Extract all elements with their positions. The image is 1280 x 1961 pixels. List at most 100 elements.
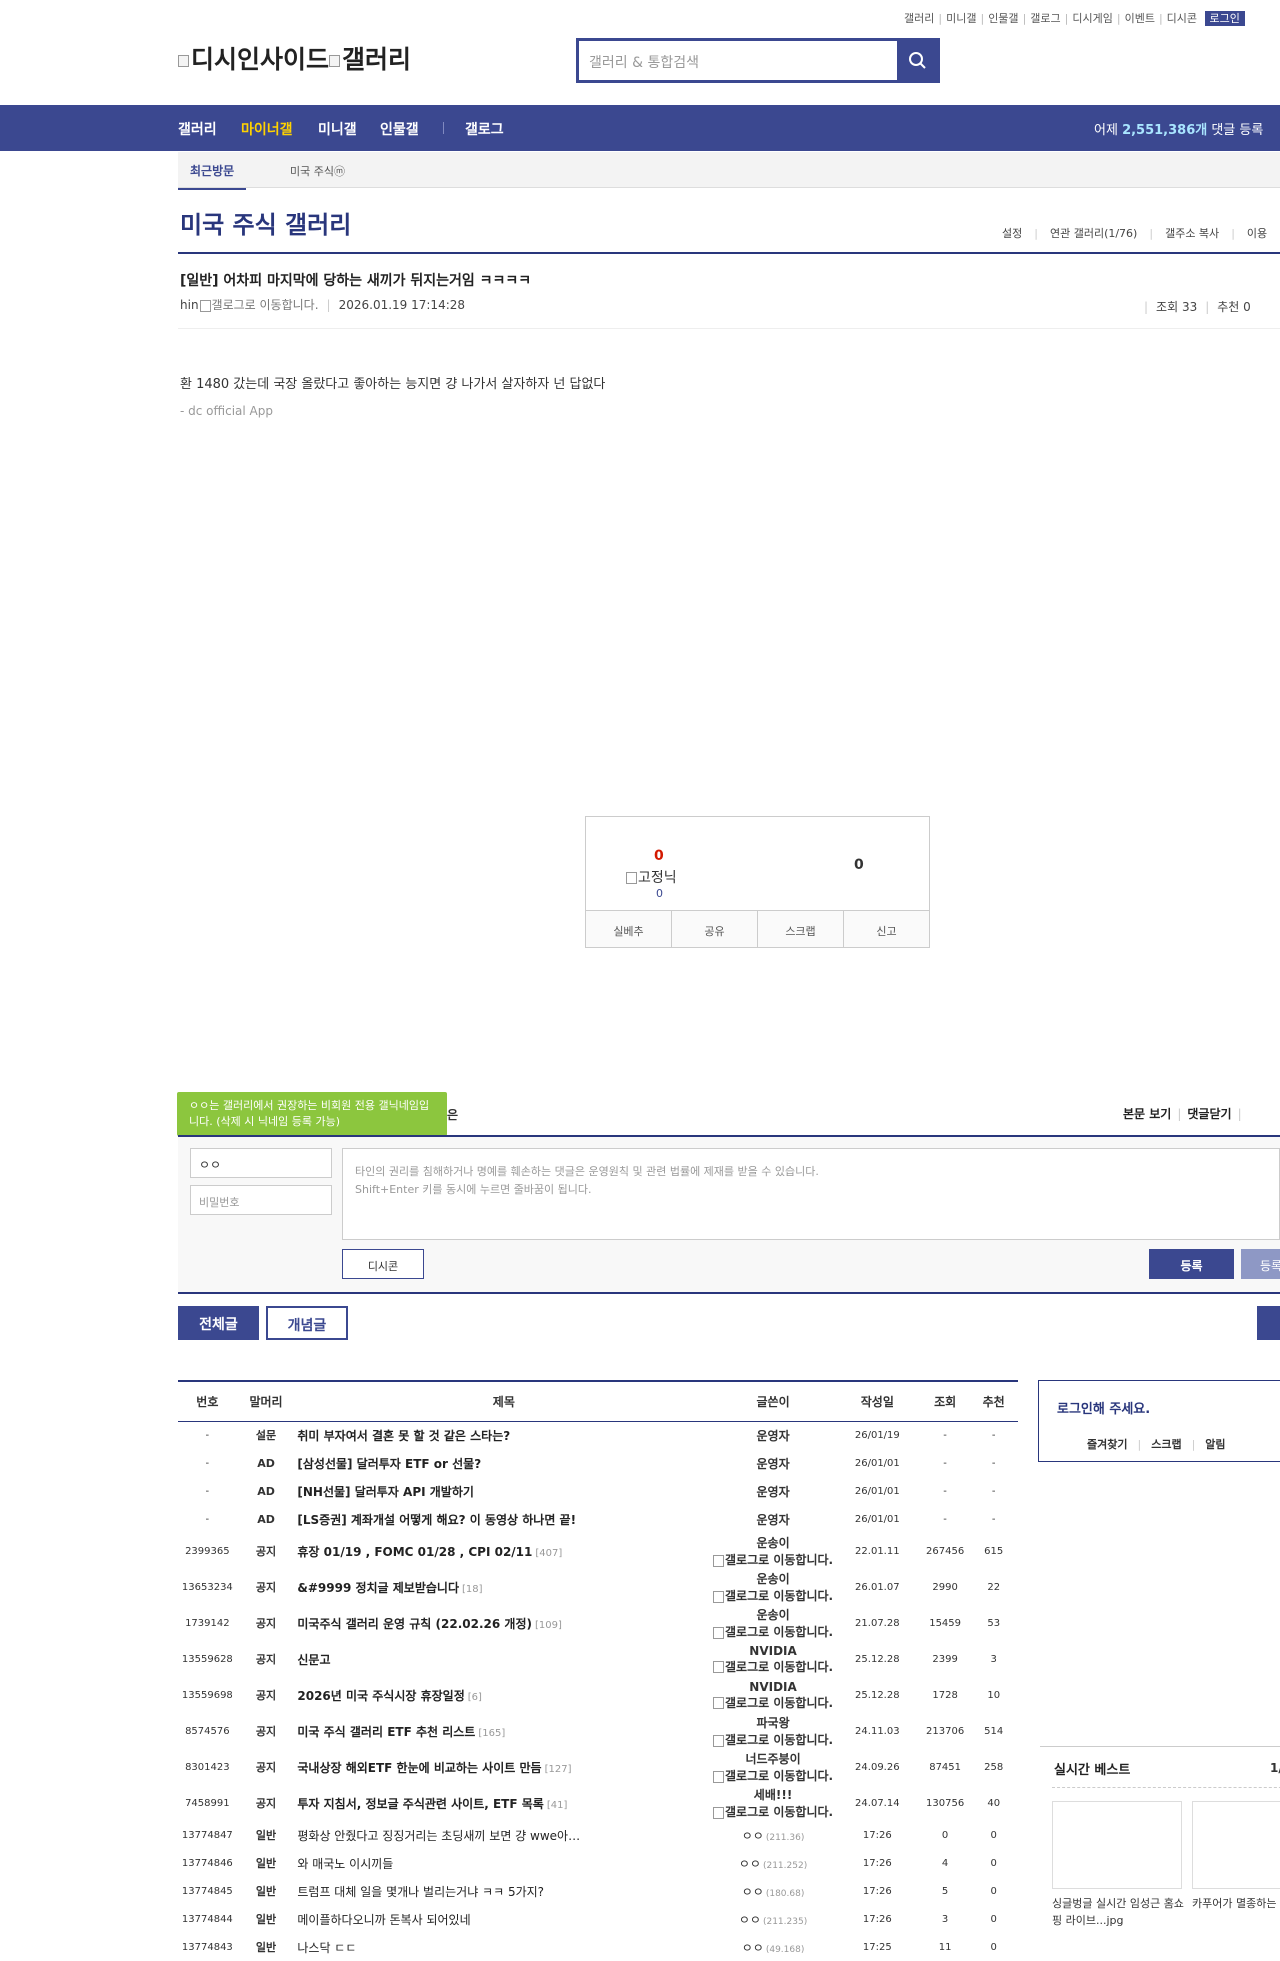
post-title-link[interactable]: &#9999 정치글 제보받습니다 [18] (295, 1569, 712, 1605)
post-writer[interactable]: ㅇㅇ (49.168) (712, 1933, 834, 1961)
top-link[interactable]: 이벤트 (1121, 12, 1159, 25)
related-gallery-link[interactable]: 연관 갤러리(1/76) (1050, 227, 1137, 240)
table-row[interactable]: 13559628 공지 신문고 NVIDIA 갤로그로 이동합니다. 25.12.28 23… (178, 1641, 1018, 1677)
post-title-link[interactable]: 트럼프 대체 일을 몇개나 벌리는거냐 ㅋㅋ 5가지? (295, 1877, 712, 1905)
post-title-text[interactable]: [NH선물] 달러투자 API 개발하기 (297, 1485, 474, 1499)
recent-visits-label[interactable]: 최근방문 (177, 162, 247, 190)
top-link[interactable]: 디시콘 (1163, 12, 1201, 25)
comment-count[interactable]: [407] (535, 1548, 562, 1559)
writer-gallog[interactable]: 갤로그로 이동합니다. (712, 1658, 834, 1675)
writer-nick[interactable]: 운송이 (712, 1534, 834, 1551)
post-title-text[interactable]: 휴장 01/19 , FOMC 01/28 , CPI 02/11 (297, 1545, 532, 1559)
post-writer[interactable]: ㅇㅇ (180.68) (712, 1877, 834, 1905)
search-input[interactable]: 갤러리 & 통합검색 (579, 41, 897, 80)
writer-nick[interactable]: 운영자 (756, 1485, 789, 1499)
table-row[interactable]: 1739142 공지 미국주식 갤러리 운영 규칙 (22.02.26 개정) [10… (178, 1605, 1018, 1641)
favorites-link[interactable]: 즐겨찾기 (1087, 1438, 1127, 1451)
post-writer[interactable]: 파국왕 갤로그로 이동합니다. (712, 1713, 834, 1749)
post-title-link[interactable]: [삼성선물] 달러투자 ETF or 선물? (295, 1449, 712, 1477)
writer-nick[interactable]: 운영자 (756, 1513, 789, 1527)
nav-gallery[interactable]: 갤러리 (178, 119, 217, 139)
post-title-link[interactable]: [LS증권] 계좌개설 어떻게 해요? 이 동영상 하나면 끝! (295, 1505, 712, 1533)
writer-nick[interactable]: 운영자 (756, 1457, 789, 1471)
site-logo[interactable]: 디시인사이드 갤러리 (178, 40, 411, 76)
table-row[interactable]: 8574576 공지 미국 주식 갤러리 ETF 추천 리스트 [165] 파국왕 갤로그… (178, 1713, 1018, 1749)
gallery-title[interactable]: 미국 주식 갤러리 (180, 205, 351, 240)
copy-url-link[interactable]: 갤주소 복사 (1165, 227, 1219, 240)
comment-count[interactable]: [41] (547, 1800, 568, 1811)
nav-minor-gallery[interactable]: 마이너갤 (241, 119, 293, 139)
comment-count[interactable]: [18] (462, 1584, 483, 1595)
top-link[interactable]: 미니갤 (942, 12, 980, 25)
table-row[interactable]: 7458991 공지 투자 지침서, 정보글 주식관련 사이트, ETF 목록 [41… (178, 1785, 1018, 1821)
post-title-link[interactable]: 2026년 미국 주식시장 휴장일정 [6] (295, 1677, 712, 1713)
comment-count[interactable]: [165] (478, 1728, 505, 1739)
writer-nick[interactable]: 너드주붕이 (712, 1750, 834, 1767)
writer-nick[interactable]: 운송이 (712, 1570, 834, 1587)
writer-nick[interactable]: 운송이 (712, 1606, 834, 1623)
table-row[interactable]: - AD [LS증권] 계좌개설 어떻게 해요? 이 동영상 하나면 끝! 운영자 26… (178, 1505, 1018, 1533)
table-row[interactable]: 13774847 일반 평화상 안줬다고 징징거리는 초딩새끼 보면 걍 wwe아…… (178, 1821, 1018, 1849)
comment-count[interactable]: [127] (545, 1764, 572, 1775)
post-title-link[interactable]: 신문고 (295, 1641, 712, 1677)
usage-link[interactable]: 이용 (1247, 227, 1267, 240)
writer-nick[interactable]: NVIDIA (712, 1644, 834, 1658)
top-link[interactable]: 갤러리 (900, 12, 938, 25)
post-title-text[interactable]: 투자 지침서, 정보글 주식관련 사이트, ETF 목록 (297, 1797, 543, 1811)
post-writer[interactable]: ㅇㅇ (211.252) (712, 1849, 834, 1877)
table-row[interactable]: - 설문 취미 부자여서 결혼 못 할 것 같은 스타는? 운영자 26/01/19 - - (178, 1421, 1018, 1449)
write-button[interactable] (1257, 1306, 1280, 1340)
login-button[interactable]: 로그인 (1204, 11, 1245, 26)
post-title-text[interactable]: 와 매국노 이시끼들 (297, 1857, 393, 1871)
report-button[interactable]: 신고 (844, 911, 929, 947)
post-writer[interactable]: 운영자 (712, 1477, 834, 1505)
writer-gallog[interactable]: 갤로그로 이동합니다. (712, 1623, 834, 1640)
best-caption[interactable]: 카푸어가 멸종하는 이유 (1192, 1895, 1280, 1912)
writer-nick[interactable]: ㅇㅇ (739, 1857, 761, 1871)
best-thumbnail[interactable] (1192, 1801, 1280, 1889)
comment-count[interactable]: [6] (468, 1692, 482, 1703)
comment-textarea[interactable]: 타인의 권리를 침해하거나 명예를 훼손하는 댓글은 운영원칙 및 관련 법률에… (342, 1148, 1280, 1240)
dccon-button[interactable]: 디시콘 (342, 1249, 424, 1279)
post-title-link[interactable]: 휴장 01/19 , FOMC 01/28 , CPI 02/11 [407] (295, 1533, 712, 1569)
post-title-text[interactable]: 미국 주식 갤러리 ETF 추천 리스트 (297, 1725, 475, 1739)
best-thumbnail[interactable] (1052, 1801, 1182, 1889)
writer-gallog[interactable]: 갤로그로 이동합니다. (712, 1694, 834, 1711)
recent-gallery-link[interactable]: 미국 주식ⓜ (290, 163, 345, 179)
comment-count[interactable]: [109] (535, 1620, 562, 1631)
post-title-link[interactable]: 평화상 안줬다고 징징거리는 초딩새끼 보면 걍 wwe아… (295, 1821, 712, 1849)
nav-person-gallery[interactable]: 인물갤 (380, 119, 419, 139)
post-writer[interactable]: ㅇㅇ (211.36) (712, 1821, 834, 1849)
post-title-text[interactable]: 평화상 안줬다고 징징거리는 초딩새끼 보면 걍 wwe아… (297, 1829, 580, 1843)
settings-link[interactable]: 설정 (1002, 227, 1022, 240)
writer-gallog[interactable]: 갤로그로 이동합니다. (712, 1731, 834, 1748)
writer-gallog[interactable]: 갤로그로 이동합니다. (712, 1587, 834, 1604)
writer-nick[interactable]: 세배!!! (712, 1786, 834, 1803)
nav-mini-gallery[interactable]: 미니갤 (318, 119, 357, 139)
post-title-text[interactable]: 나스닥 ㄷㄷ (297, 1941, 356, 1955)
writer-nick[interactable]: ㅇㅇ (739, 1913, 761, 1927)
login-prompt[interactable]: 로그인해 주세요. (1057, 1398, 1150, 1417)
post-writer[interactable]: ㅇㅇ (211.235) (712, 1905, 834, 1933)
post-title-text[interactable]: 트럼프 대체 일을 몇개나 벌리는거냐 ㅋㅋ 5가지? (297, 1885, 544, 1899)
table-row[interactable]: 13774845 일반 트럼프 대체 일을 몇개나 벌리는거냐 ㅋㅋ 5가지? ㅇㅇ(… (178, 1877, 1018, 1905)
table-row[interactable]: 13774846 일반 와 매국노 이시끼들 ㅇㅇ (211.252) 17:26 4 0 (178, 1849, 1018, 1877)
post-writer[interactable]: 운송이 갤로그로 이동합니다. (712, 1533, 834, 1569)
post-title-link[interactable]: 미국 주식 갤러리 ETF 추천 리스트 [165] (295, 1713, 712, 1749)
comment-submit-button[interactable]: 등록 (1149, 1249, 1234, 1279)
table-row[interactable]: 13774844 일반 메이플하다오니까 돈복사 되어있네 ㅇㅇ (211.235) 17… (178, 1905, 1018, 1933)
password-input[interactable]: 비밀번호 (190, 1185, 332, 1215)
top-link[interactable]: 디시게임 (1068, 12, 1116, 25)
nav-gallog[interactable]: 갤로그 (465, 119, 504, 139)
view-body-button[interactable]: 본문 보기 (1123, 1107, 1171, 1121)
post-writer[interactable]: 운영자 (712, 1449, 834, 1477)
writer-nick[interactable]: 파국왕 (712, 1714, 834, 1731)
writer-nick[interactable]: ㅇㅇ (742, 1829, 764, 1843)
post-title-link[interactable]: 미국주식 갤러리 운영 규칙 (22.02.26 개정) [109] (295, 1605, 712, 1641)
table-row[interactable]: 13653234 공지 &#9999 정치글 제보받습니다 [18] 운송이 갤로그로 이… (178, 1569, 1018, 1605)
writer-nick[interactable]: NVIDIA (712, 1680, 834, 1694)
writer-nick[interactable]: ㅇㅇ (742, 1941, 764, 1955)
post-title-text[interactable]: 2026년 미국 주식시장 휴장일정 (297, 1689, 464, 1703)
search-button[interactable] (897, 41, 937, 80)
post-writer[interactable]: 운영자 (712, 1505, 834, 1533)
